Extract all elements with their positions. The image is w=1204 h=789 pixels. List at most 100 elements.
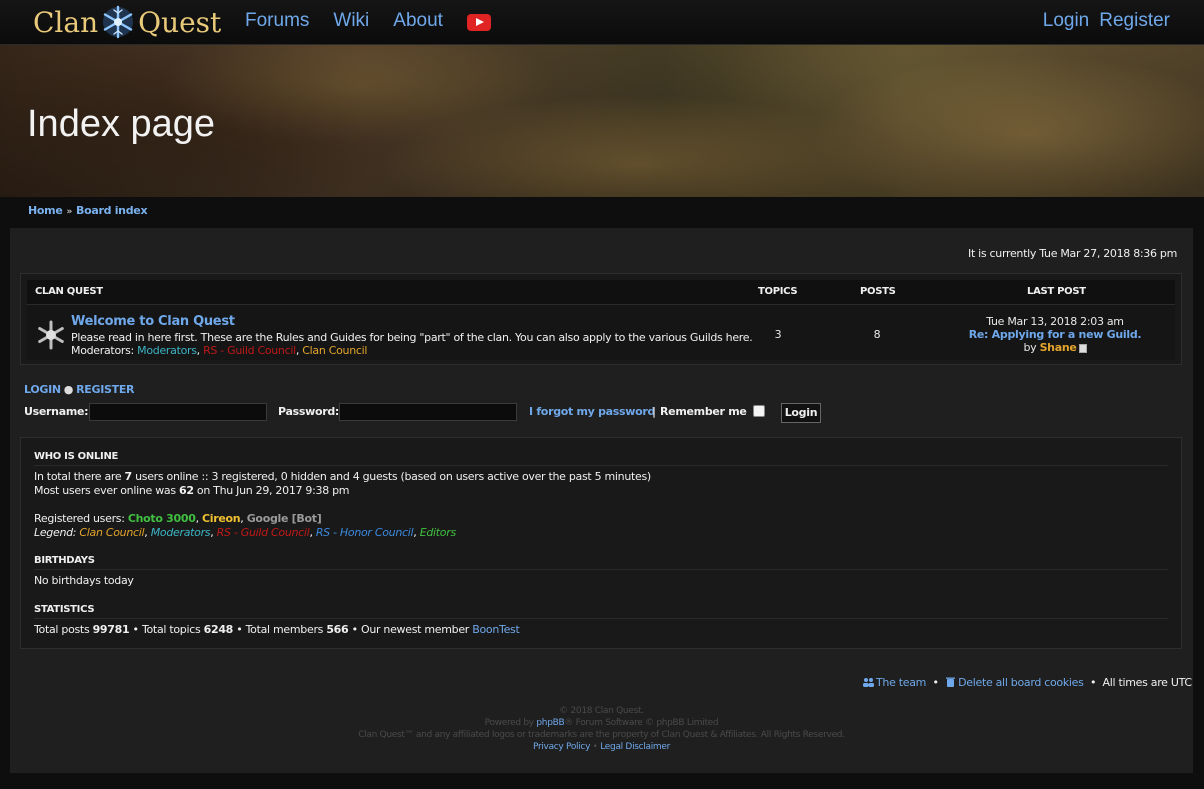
divider <box>34 465 1168 466</box>
team-icon <box>863 678 874 687</box>
login-button[interactable]: Login <box>781 403 821 423</box>
last-post-topic-link[interactable]: Re: Applying for a new Guild. <box>965 328 1145 341</box>
online-total-count: 7 <box>124 470 133 483</box>
legend-editors[interactable]: Editors <box>420 526 456 539</box>
last-post-user-link[interactable]: Shane <box>1040 341 1077 354</box>
last-post-info: Tue Mar 13, 2018 2:03 am Re: Applying fo… <box>965 315 1145 354</box>
forum-list: Clan Quest Topics Posts Last post Welcom… <box>20 273 1182 365</box>
user-link-cireon[interactable]: Cireon <box>202 512 241 525</box>
total-posts: 99781 <box>92 623 130 636</box>
remember-me-label: Remember me <box>660 405 747 418</box>
online-total-prefix: In total there are <box>34 470 125 483</box>
category-heading[interactable]: Clan Quest <box>35 286 103 297</box>
nav-register-link[interactable]: Register <box>1099 10 1170 32</box>
trademark-notice: Clan Quest™ and any affiliated logos or … <box>358 730 845 740</box>
register-link[interactable]: Register <box>76 383 134 396</box>
last-post-heading: Last post <box>1027 286 1086 297</box>
legend-rs-guild-council[interactable]: RS - Guild Council <box>217 526 310 539</box>
total-members-label: Total members <box>245 623 327 636</box>
account-nav: Login Register <box>1033 10 1170 32</box>
last-post-by: by <box>1023 341 1037 354</box>
login-header: Login ● Register <box>24 383 135 396</box>
statistics-line: Total posts 99781 • Total topics 6248 • … <box>34 623 520 636</box>
divider <box>34 618 1168 619</box>
total-posts-label: Total posts <box>34 623 93 636</box>
forgot-password-link[interactable]: I forgot my password <box>529 405 655 418</box>
newest-member-label: Our newest member <box>360 623 473 636</box>
forum-posts-count: 8 <box>873 328 881 341</box>
powered-by: Powered by phpBB® Forum Software © phpBB… <box>10 718 1193 728</box>
username-input[interactable] <box>89 403 267 421</box>
breadcrumb: Home» Board index <box>28 204 148 217</box>
moderator-group-clan-council[interactable]: Clan Council <box>302 344 367 357</box>
group-legend: Legend: Clan Council, Moderators, RS - G… <box>34 526 456 539</box>
legend-clan-council[interactable]: Clan Council <box>79 526 144 539</box>
posts-heading: Posts <box>860 286 896 297</box>
login-link[interactable]: Login <box>24 383 61 396</box>
delete-cookies-link[interactable]: Delete all board cookies <box>958 676 1084 689</box>
nav-login-link[interactable]: Login <box>1043 10 1090 32</box>
forum-moderators: Moderators: Moderators, RS - Guild Counc… <box>71 344 368 357</box>
statistics-heading: Statistics <box>34 604 95 615</box>
legal-disclaimer-link[interactable]: Legal Disclaimer <box>600 742 670 752</box>
breadcrumb-board-index-link[interactable]: Board index <box>76 204 148 217</box>
forum-topics-count: 3 <box>774 328 782 341</box>
main-panel: It is currently Tue Mar 27, 2018 8:36 pm… <box>10 228 1193 773</box>
who-is-online-heading[interactable]: Who is online <box>34 451 118 462</box>
online-total-suffix: users online :: 3 registered, 0 hidden a… <box>131 470 651 483</box>
forum-read-icon <box>38 320 64 350</box>
nav-forums-link[interactable]: Forums <box>245 10 309 32</box>
snowflake-logo-icon <box>103 5 134 39</box>
the-team-link[interactable]: The team <box>876 676 926 689</box>
password-input[interactable] <box>339 403 517 421</box>
online-record-suffix: on Thu Jun 29, 2017 9:38 pm <box>193 484 350 497</box>
online-record-prefix: Most users ever online was <box>34 484 179 497</box>
nav-about-link[interactable]: About <box>393 10 443 32</box>
legal-links: Privacy Policy • Legal Disclaimer <box>532 742 671 752</box>
forum-list-header: Clan Quest Topics Posts Last post <box>27 280 1175 304</box>
newest-member-link[interactable]: BoonTest <box>472 623 520 636</box>
topics-heading: Topics <box>758 286 798 297</box>
copyright: © 2018 Clan Quest. <box>559 706 644 716</box>
site-logo[interactable]: Clan Quest <box>33 3 221 41</box>
moderator-group-moderators[interactable]: Moderators <box>137 344 197 357</box>
legend-moderators[interactable]: Moderators <box>151 526 211 539</box>
total-topics: 6248 <box>203 623 234 636</box>
username-label: Username: <box>24 405 89 418</box>
top-navbar: Clan Quest Forums Wiki About Login Regis… <box>0 0 1204 45</box>
legend-label: Legend: <box>34 526 77 539</box>
forum-row: Welcome to Clan Quest Please read in her… <box>27 304 1175 360</box>
powered-by-suffix: ® Forum Software © phpBB Limited <box>564 718 719 728</box>
online-total: In total there are 7 users online :: 3 r… <box>34 470 651 483</box>
forum-description: Please read in here first. These are the… <box>71 331 753 344</box>
birthdays-heading: Birthdays <box>34 555 95 566</box>
main-nav: Forums Wiki About <box>245 10 491 32</box>
powered-by-prefix: Powered by <box>484 718 537 728</box>
bullet-separator: ● <box>63 383 74 396</box>
breadcrumb-home-link[interactable]: Home <box>28 204 63 217</box>
remember-me-checkbox[interactable] <box>753 405 765 417</box>
moderators-label: Moderators: <box>71 344 134 357</box>
privacy-policy-link[interactable]: Privacy Policy <box>533 742 590 752</box>
legend-rs-honor-council[interactable]: RS - Honor Council <box>316 526 414 539</box>
user-link-choto-3000[interactable]: Choto 3000 <box>128 512 196 525</box>
nav-wiki-link[interactable]: Wiki <box>333 10 369 32</box>
last-post-date: Tue Mar 13, 2018 2:03 am <box>986 315 1124 328</box>
user-link-google-bot[interactable]: Google [Bot] <box>247 512 322 525</box>
total-topics-label: Total topics <box>141 623 204 636</box>
page-title: Index page <box>27 103 216 145</box>
board-stats: Who is online In total there are 7 users… <box>20 437 1182 649</box>
pipe-separator: | <box>652 405 656 418</box>
password-label: Password: <box>278 405 340 418</box>
birthdays-text: No birthdays today <box>34 574 134 587</box>
breadcrumb-separator-icon: » <box>66 207 73 217</box>
total-members: 566 <box>326 623 349 636</box>
footer-links: The team • Delete all board cookies • Al… <box>863 676 1192 689</box>
phpbb-link[interactable]: phpBB <box>536 718 564 728</box>
forum-title-link[interactable]: Welcome to Clan Quest <box>71 314 235 329</box>
moderator-group-rs-guild-council[interactable]: RS - Guild Council <box>203 344 296 357</box>
youtube-icon[interactable] <box>466 13 491 31</box>
registered-users-label: Registered users: <box>34 512 125 525</box>
view-latest-post-icon[interactable] <box>1078 343 1087 353</box>
online-record: Most users ever online was 62 on Thu Jun… <box>34 484 350 497</box>
